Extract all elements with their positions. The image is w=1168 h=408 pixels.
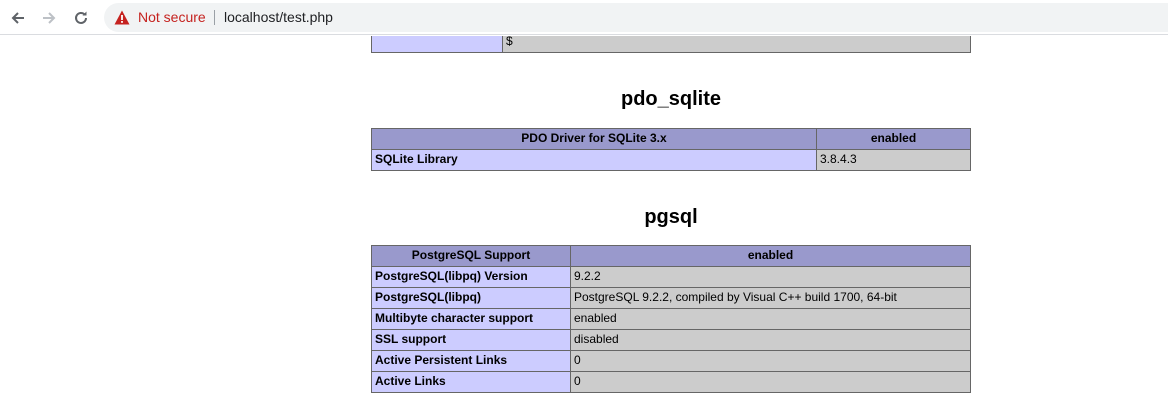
row-value: PostgreSQL 9.2.2, compiled by Visual C++… [570,287,971,309]
table-row: Active Links 0 [371,371,971,393]
row-value: $ [502,36,971,53]
warning-icon [114,10,130,25]
column-header: PDO Driver for SQLite 3.x [371,128,817,150]
row-value: enabled [570,308,971,330]
column-header: enabled [816,128,971,150]
table-row: SSL support disabled [371,329,971,351]
row-value: 0 [570,371,971,393]
row-key: Active Links [371,371,571,393]
table-header-row: PDO Driver for SQLite 3.x enabled [371,128,971,150]
security-status[interactable]: Not secure [138,9,206,26]
table-row: SQLite Library 3.8.4.3 [371,149,971,171]
table-row: $ [371,36,971,53]
row-key: SQLite Library [371,149,817,171]
forward-button[interactable] [37,6,61,30]
table-row: Multibyte character support enabled [371,308,971,330]
address-separator [214,10,215,25]
row-key: Multibyte character support [371,308,571,330]
browser-toolbar: Not secure localhost/test.php [0,0,1168,35]
column-header: PostgreSQL Support [371,245,571,267]
reload-button[interactable] [69,6,93,30]
row-value: 9.2.2 [570,266,971,288]
reload-icon [75,11,87,24]
table-row: PostgreSQL(libpq) PostgreSQL 9.2.2, comp… [371,287,971,309]
row-key: SSL support [371,329,571,351]
table-row: PostgreSQL(libpq) Version 9.2.2 [371,266,971,288]
page-content: $ pdo_sqlite PDO Driver for SQLite 3.x e… [0,36,1168,408]
row-key: Active Persistent Links [371,350,571,372]
url-text[interactable]: localhost/test.php [224,9,333,26]
pdo-sqlite-table: PDO Driver for SQLite 3.x enabled SQLite… [371,128,971,171]
back-button[interactable] [6,6,30,30]
address-bar[interactable]: Not secure localhost/test.php [104,3,1168,32]
table-row: Active Persistent Links 0 [371,350,971,372]
pgsql-table: PostgreSQL Support enabled PostgreSQL(li… [371,245,971,393]
partial-table: $ [371,36,971,53]
row-key: PostgreSQL(libpq) [371,287,571,309]
section-title-pgsql: pgsql [644,206,698,228]
table-header-row: PostgreSQL Support enabled [371,245,971,267]
arrow-left-icon [11,12,24,24]
row-value: 0 [570,350,971,372]
row-value: 3.8.4.3 [816,149,971,171]
column-header: enabled [570,245,971,267]
row-value: disabled [570,329,971,351]
row-key [371,36,503,53]
arrow-right-icon [43,12,56,24]
section-title-pdo-sqlite: pdo_sqlite [620,88,721,110]
row-key: PostgreSQL(libpq) Version [371,266,571,288]
